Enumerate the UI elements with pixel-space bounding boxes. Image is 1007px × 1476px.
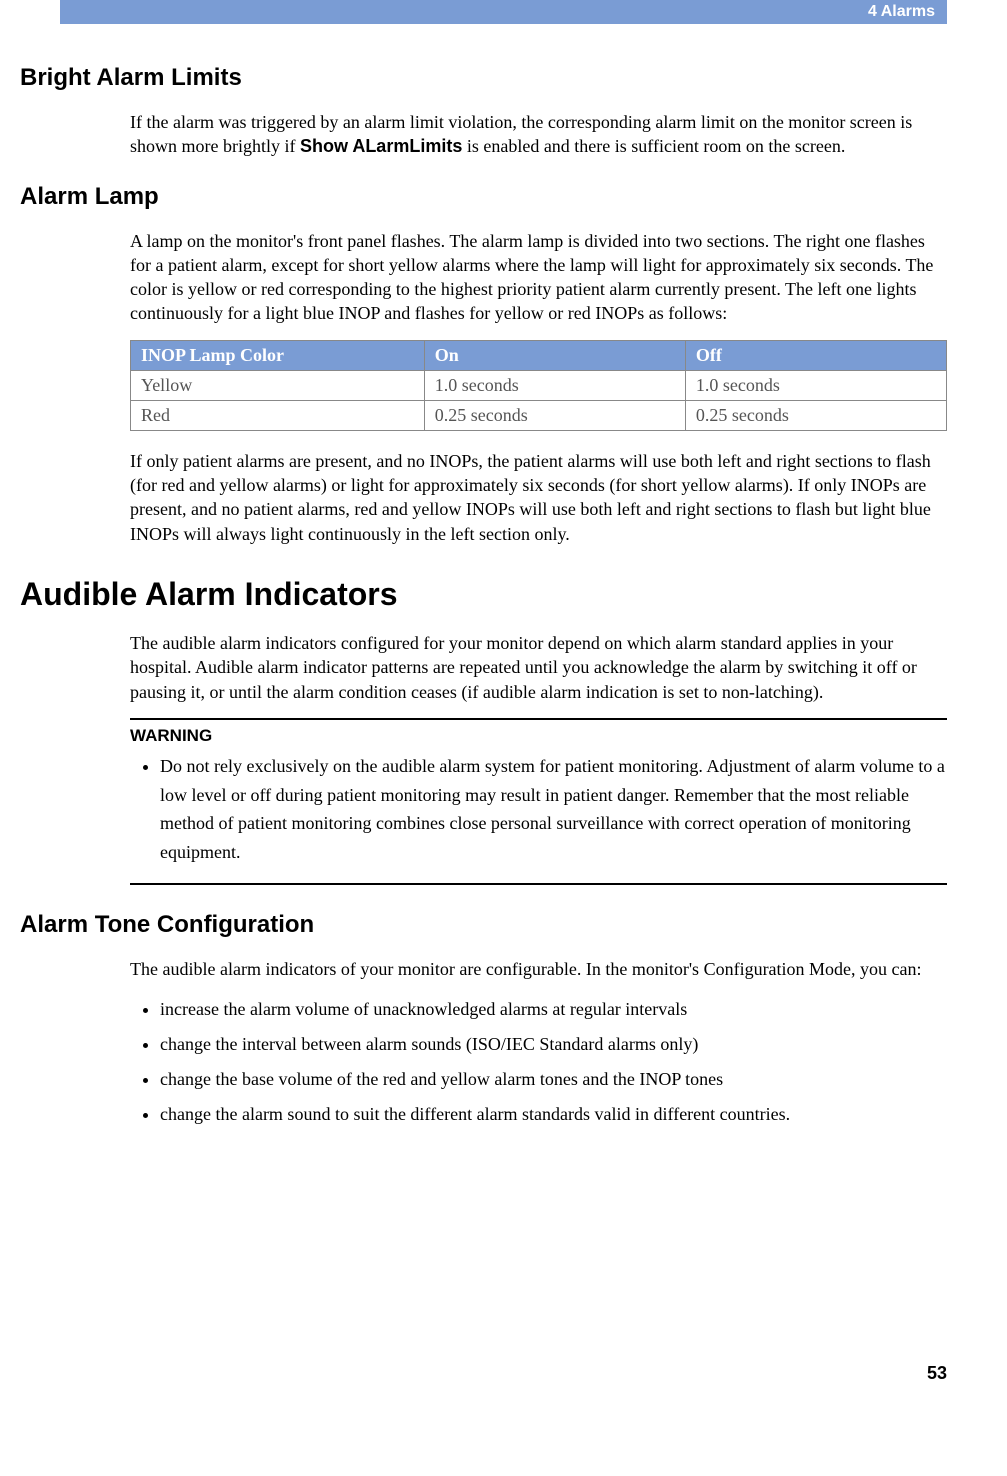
warning-label: WARNING xyxy=(130,726,947,746)
config-list: increase the alarm volume of unacknowled… xyxy=(130,995,947,1128)
paragraph: The audible alarm indicators of your mon… xyxy=(130,957,947,981)
heading-alarm-lamp: Alarm Lamp xyxy=(20,183,947,211)
table-cell: Red xyxy=(131,400,425,430)
table-header: On xyxy=(424,340,685,370)
list-item: Do not rely exclusively on the audible a… xyxy=(160,752,947,867)
table-row: Yellow 1.0 seconds 1.0 seconds xyxy=(131,370,947,400)
heading-alarm-tone-configuration: Alarm Tone Configuration xyxy=(20,911,947,939)
table-row: Red 0.25 seconds 0.25 seconds xyxy=(131,400,947,430)
list-item: increase the alarm volume of unacknowled… xyxy=(160,995,947,1024)
table-header: INOP Lamp Color xyxy=(131,340,425,370)
page-number: 53 xyxy=(927,1363,947,1384)
heading-audible-alarm-indicators: Audible Alarm Indicators xyxy=(20,576,947,613)
warning-block: WARNING Do not rely exclusively on the a… xyxy=(130,718,947,885)
table-cell: 1.0 seconds xyxy=(685,370,946,400)
header-bar: 4 Alarms xyxy=(60,0,947,24)
table-cell: 0.25 seconds xyxy=(685,400,946,430)
table-header-row: INOP Lamp Color On Off xyxy=(131,340,947,370)
table-cell: Yellow xyxy=(131,370,425,400)
paragraph: If the alarm was triggered by an alarm l… xyxy=(130,110,947,159)
page-content: 4 Alarms Bright Alarm Limits If the alar… xyxy=(0,0,1007,1183)
chapter-label: 4 Alarms xyxy=(868,3,935,21)
paragraph: A lamp on the monitor's front panel flas… xyxy=(130,229,947,326)
list-item: change the alarm sound to suit the diffe… xyxy=(160,1100,947,1129)
table-cell: 0.25 seconds xyxy=(424,400,685,430)
text-span: is enabled and there is sufficient room … xyxy=(462,136,845,156)
heading-bright-alarm-limits: Bright Alarm Limits xyxy=(20,64,947,92)
paragraph: The audible alarm indicators configured … xyxy=(130,631,947,704)
list-item: change the interval between alarm sounds… xyxy=(160,1030,947,1059)
inop-lamp-table: INOP Lamp Color On Off Yellow 1.0 second… xyxy=(130,340,947,431)
warning-list: Do not rely exclusively on the audible a… xyxy=(130,752,947,867)
ui-label-show-alarm-limits: Show ALarmLimits xyxy=(300,136,462,156)
table-cell: 1.0 seconds xyxy=(424,370,685,400)
table-header: Off xyxy=(685,340,946,370)
paragraph: If only patient alarms are present, and … xyxy=(130,449,947,546)
list-item: change the base volume of the red and ye… xyxy=(160,1065,947,1094)
